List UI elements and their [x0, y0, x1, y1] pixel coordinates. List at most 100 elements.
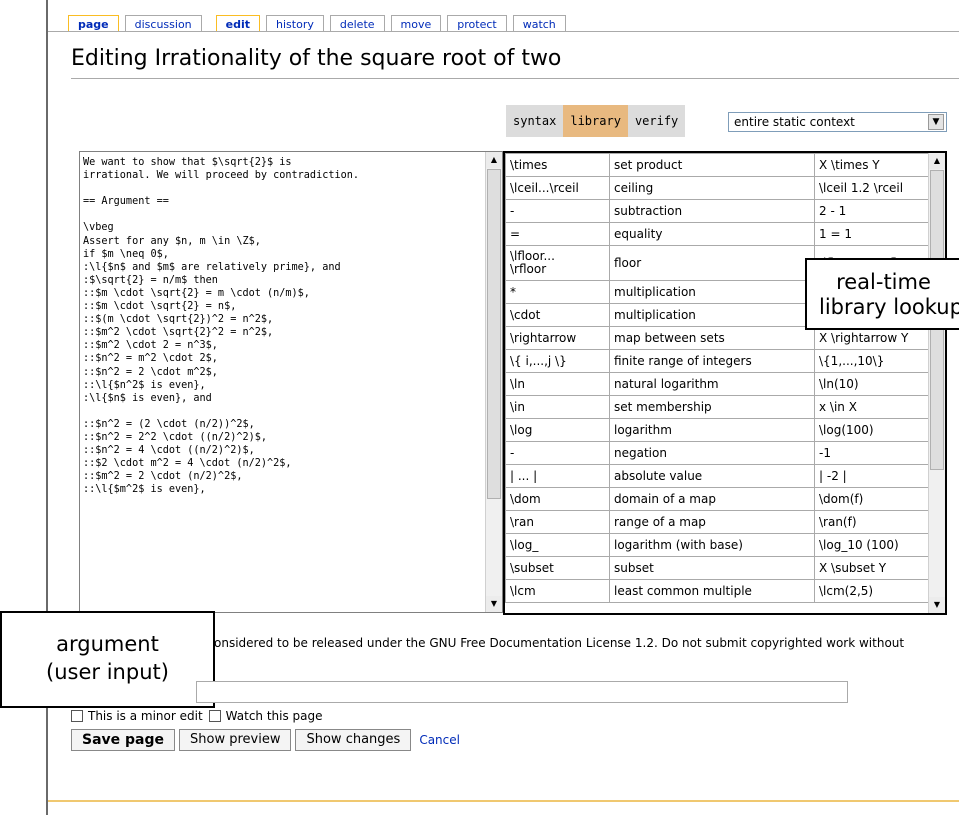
library-example: \{1,...,10\} [814, 349, 930, 373]
syntax-button[interactable]: syntax [506, 105, 564, 137]
library-row[interactable]: = equality 1 = 1 [505, 222, 930, 246]
library-description: set membership [609, 395, 815, 419]
library-row[interactable]: \log_ logarithm (with base) \log_10 (100) [505, 533, 930, 557]
scroll-up-icon[interactable]: ▲ [929, 153, 945, 169]
library-example: \log_10 (100) [814, 533, 930, 557]
summary-input[interactable] [196, 681, 848, 703]
library-row[interactable]: \lcm least common multiple \lcm(2,5) [505, 579, 930, 603]
library-row[interactable]: \subset subset X \subset Y [505, 556, 930, 580]
library-description: domain of a map [609, 487, 815, 511]
preview-button[interactable]: Show preview [179, 729, 292, 751]
tab-watch[interactable]: watch [512, 15, 566, 32]
library-description: range of a map [609, 510, 815, 534]
library-row[interactable]: \times set product X \times Y [505, 153, 930, 177]
library-row[interactable]: \dom domain of a map \dom(f) [505, 487, 930, 511]
library-description: set product [609, 153, 815, 177]
library-row[interactable]: \in set membership x \in X [505, 395, 930, 419]
tabs-underline [48, 31, 959, 32]
tab-history[interactable]: history [266, 15, 324, 32]
tab-protect[interactable]: protect [447, 15, 507, 32]
library-description: logarithm [609, 418, 815, 442]
library-example: \ln(10) [814, 372, 930, 396]
library-symbol: - [505, 441, 610, 465]
library-scrollbar[interactable]: ▲ ▼ [928, 153, 945, 613]
library-row[interactable]: \ran range of a map \ran(f) [505, 510, 930, 534]
chevron-down-icon[interactable]: ▼ [928, 114, 944, 130]
library-description: floor [609, 245, 815, 281]
library-symbol: | ... | [505, 464, 610, 488]
library-description: subtraction [609, 199, 815, 223]
library-description: multiplication [609, 303, 815, 327]
library-symbol: \cdot [505, 303, 610, 327]
realtime-lookup-callout: real-time library lookup [805, 258, 959, 330]
library-description: absolute value [609, 464, 815, 488]
library-row[interactable]: - subtraction 2 - 1 [505, 199, 930, 223]
scroll-down-icon[interactable]: ▼ [929, 597, 945, 613]
page-title: Editing Irrationality of the square root… [71, 46, 562, 71]
library-description: finite range of integers [609, 349, 815, 373]
library-row[interactable]: \lceil...\rceil ceiling \lceil 1.2 \rceil [505, 176, 930, 200]
tab-discussion[interactable]: discussion [124, 15, 202, 32]
minor-edit-checkbox[interactable] [71, 710, 83, 722]
library-panel: \times set product X \times Y \lceil...\rce… [503, 151, 947, 615]
page-tabs: page discussion edit history delete move prote… [68, 14, 572, 32]
library-example: \ran(f) [814, 510, 930, 534]
library-description: subset [609, 556, 815, 580]
library-table: \times set product X \times Y \lceil...\rce… [505, 153, 930, 603]
library-description: logarithm (with base) [609, 533, 815, 557]
library-symbol: \dom [505, 487, 610, 511]
show-changes-button[interactable]: Show changes [295, 729, 412, 751]
edit-buttons: Save page Show preview Show changes Canc… [71, 729, 460, 751]
library-example: X \times Y [814, 153, 930, 177]
library-row[interactable]: \{ i,...,j \} finite range of integers \{1… [505, 349, 930, 373]
library-toolbar: syntax library verify [506, 105, 686, 137]
library-example: \dom(f) [814, 487, 930, 511]
library-example: \lceil 1.2 \rceil [814, 176, 930, 200]
library-symbol: \lceil...\rceil [505, 176, 610, 200]
context-select-value: entire static context [734, 115, 855, 129]
library-example: \lcm(2,5) [814, 579, 930, 603]
save-button[interactable]: Save page [71, 729, 176, 751]
library-row[interactable]: \log logarithm \log(100) [505, 418, 930, 442]
library-example: x \in X [814, 395, 930, 419]
library-symbol: \ln [505, 372, 610, 396]
tab-move[interactable]: move [390, 15, 442, 32]
scroll-down-icon[interactable]: ▼ [486, 596, 502, 612]
library-symbol: \subset [505, 556, 610, 580]
library-symbol: \rightarrow [505, 326, 610, 350]
edit-options: This is a minor edit Watch this page [71, 709, 329, 723]
watch-page-checkbox[interactable] [208, 710, 221, 722]
library-button[interactable]: library [563, 105, 628, 137]
library-symbol: = [505, 222, 610, 246]
library-symbol: * [505, 280, 610, 304]
editor-scroll-thumb[interactable] [487, 169, 501, 499]
callout-line: real-time [836, 270, 931, 294]
library-description: map between sets [609, 326, 815, 350]
editor-text[interactable]: We want to show that $\sqrt{2}$ is irrat… [80, 152, 502, 496]
library-row[interactable]: \ln natural logarithm \ln(10) [505, 372, 930, 396]
verify-button[interactable]: verify [627, 105, 686, 137]
library-description: ceiling [609, 176, 815, 200]
tab-page[interactable]: page [68, 15, 119, 32]
library-description: least common multiple [609, 579, 815, 603]
footer-rule [48, 800, 959, 802]
library-row[interactable]: | ... | absolute value | -2 | [505, 464, 930, 488]
library-row[interactable]: - negation -1 [505, 441, 930, 465]
callout-line: library lookup [819, 295, 959, 319]
library-example: | -2 | [814, 464, 930, 488]
cancel-link[interactable]: Cancel [419, 733, 460, 747]
library-symbol: \lcm [505, 579, 610, 603]
library-symbol: \log_ [505, 533, 610, 557]
tab-delete[interactable]: delete [329, 15, 385, 32]
context-select[interactable]: entire static context ▼ [728, 112, 947, 132]
editor-scrollbar[interactable]: ▲ ▼ [485, 152, 502, 612]
tab-edit[interactable]: edit [215, 15, 261, 32]
library-description: multiplication [609, 280, 815, 304]
license-notice: onsidered to be released under the GNU F… [214, 636, 905, 650]
library-symbol: \in [505, 395, 610, 419]
argument-editor[interactable]: We want to show that $\sqrt{2}$ is irrat… [79, 151, 503, 613]
library-example: -1 [814, 441, 930, 465]
watch-page-label: Watch this page [225, 709, 323, 723]
scroll-up-icon[interactable]: ▲ [486, 152, 502, 168]
minor-edit-label: This is a minor edit [88, 709, 203, 723]
